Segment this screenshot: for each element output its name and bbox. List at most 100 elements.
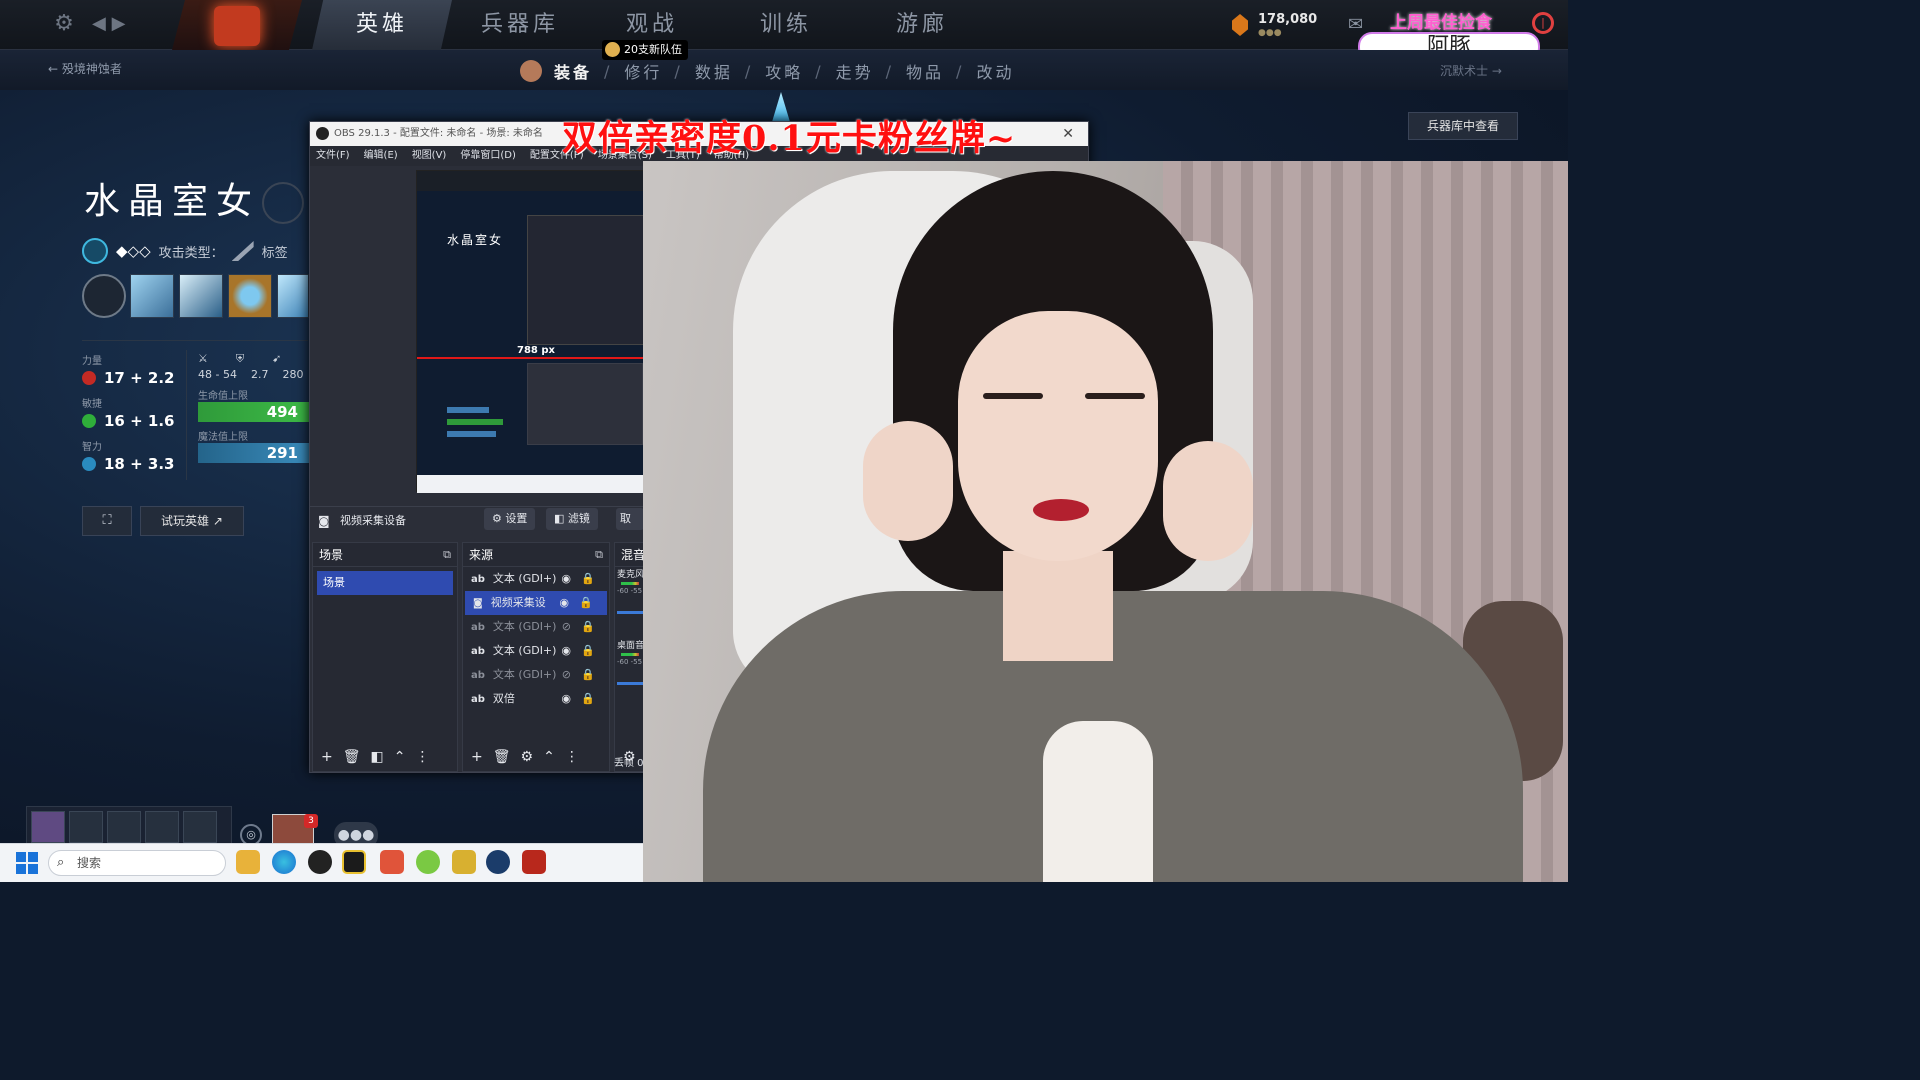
source-name: 文本 (GDI+) bbox=[492, 572, 557, 585]
lock-icon[interactable]: 🔒 bbox=[581, 567, 595, 591]
power-icon[interactable]: | bbox=[1532, 12, 1554, 34]
app-yellow-icon[interactable] bbox=[342, 850, 366, 874]
obs-preview[interactable]: 水晶室女 788 px bbox=[416, 170, 647, 493]
subnav-guides[interactable]: 攻略 bbox=[765, 59, 803, 83]
trash-icon[interactable]: 🗑 bbox=[343, 749, 361, 765]
source-row[interactable]: ab 文本 (GDI+) ◉ 🔒 bbox=[463, 567, 609, 591]
app-red-icon[interactable] bbox=[380, 850, 404, 874]
text-source-icon: ab bbox=[471, 574, 485, 585]
talent-tree-icon[interactable] bbox=[82, 274, 126, 318]
mic-volume-slider[interactable] bbox=[617, 611, 643, 614]
trash-icon[interactable]: 🗑 bbox=[493, 749, 511, 765]
taskbar-search[interactable]: ⌕ 搜索 bbox=[48, 850, 226, 876]
source-settings-button[interactable]: ⚙ 设置 bbox=[484, 508, 536, 530]
desktop-volume-slider[interactable] bbox=[617, 682, 643, 685]
subnav-training[interactable]: 修行 bbox=[624, 59, 662, 83]
party-slot-empty[interactable] bbox=[145, 811, 179, 843]
up-icon[interactable]: ⌃ bbox=[394, 749, 406, 765]
dock-float-icon[interactable]: ⧉ bbox=[443, 543, 451, 567]
menu-docks[interactable]: 停靠窗口(D) bbox=[460, 146, 516, 166]
steam-icon[interactable] bbox=[486, 850, 510, 874]
add-icon[interactable]: + bbox=[471, 749, 483, 765]
menu-edit[interactable]: 编辑(E) bbox=[364, 146, 398, 166]
party-slot-empty[interactable] bbox=[183, 811, 217, 843]
expand-button[interactable]: ⛶ bbox=[82, 506, 132, 536]
agility-label: 敏捷 bbox=[82, 399, 102, 410]
party-slot-empty[interactable] bbox=[69, 811, 103, 843]
text-source-icon: ab bbox=[471, 646, 485, 657]
more-icon[interactable]: ⋮ bbox=[415, 749, 429, 765]
tags-label: 标签 bbox=[261, 245, 288, 261]
lock-icon[interactable]: 🔒 bbox=[581, 615, 595, 639]
tab-arcade[interactable]: 游廊 bbox=[852, 0, 992, 50]
subnav-stats[interactable]: 数据 bbox=[695, 59, 733, 83]
ability-crystal-nova-icon[interactable] bbox=[130, 274, 174, 318]
menu-file[interactable]: 文件(F) bbox=[316, 146, 350, 166]
source-row[interactable]: ab 双倍 ◉ 🔒 bbox=[463, 687, 609, 711]
edge-browser-icon[interactable] bbox=[272, 850, 296, 874]
menu-view[interactable]: 视图(V) bbox=[412, 146, 447, 166]
ability-freezing-field-icon[interactable] bbox=[277, 274, 309, 318]
text-source-icon: ab bbox=[471, 694, 485, 705]
currency-display[interactable]: 178,080 ●●● bbox=[1232, 12, 1322, 40]
eye-icon[interactable]: ◉ bbox=[561, 687, 571, 711]
next-hero-link[interactable]: 沉默术士 → bbox=[1440, 62, 1502, 79]
tab-heroes[interactable]: 英雄 bbox=[312, 0, 452, 50]
eye-hidden-icon[interactable]: ⊘ bbox=[562, 615, 571, 639]
dock-float-icon[interactable]: ⧉ bbox=[595, 543, 603, 567]
app-mascot-icon[interactable] bbox=[452, 850, 476, 874]
intelligence-value: 18 + 3.3 bbox=[104, 455, 175, 473]
history-arrows[interactable]: ◀ ▶ bbox=[92, 10, 136, 38]
webcam-feed bbox=[643, 161, 1568, 882]
party-slot-self[interactable] bbox=[31, 811, 65, 843]
source-row-hidden[interactable]: ab 文本 (GDI+) ⊘ 🔒 bbox=[463, 615, 609, 639]
source-cancel-button[interactable]: 取消 bbox=[616, 508, 644, 530]
scene-item[interactable]: 场景 bbox=[317, 571, 453, 595]
hero-favorite-ring[interactable] bbox=[262, 182, 304, 224]
view-in-armory-button[interactable]: 兵器库中查看 bbox=[1408, 112, 1518, 140]
mail-icon[interactable]: ✉ bbox=[1348, 14, 1372, 35]
source-row-hidden[interactable]: ab 文本 (GDI+) ⊘ 🔒 bbox=[463, 663, 609, 687]
dota-taskbar-icon[interactable] bbox=[522, 850, 546, 874]
more-icon[interactable]: ⋮ bbox=[565, 749, 579, 765]
team-badge[interactable]: 20支新队伍 bbox=[602, 40, 688, 60]
ability-frostbite-icon[interactable] bbox=[179, 274, 223, 318]
add-icon[interactable]: + bbox=[321, 749, 333, 765]
try-hero-button[interactable]: 试玩英雄 ↗ bbox=[140, 506, 244, 536]
tab-armory[interactable]: 兵器库 bbox=[450, 0, 590, 50]
up-icon[interactable]: ⌃ bbox=[543, 749, 555, 765]
lock-icon[interactable]: 🔒 bbox=[581, 687, 595, 711]
subnav-trends[interactable]: 走势 bbox=[836, 59, 874, 83]
app-green-icon[interactable] bbox=[416, 850, 440, 874]
obs-taskbar-icon[interactable] bbox=[308, 850, 332, 874]
subnav-itemlist[interactable]: 物品 bbox=[906, 59, 944, 83]
tab-learn[interactable]: 训练 bbox=[716, 0, 856, 50]
windows-start-icon[interactable] bbox=[16, 852, 38, 874]
eye-icon[interactable]: ◉ bbox=[561, 639, 571, 663]
prev-hero-link[interactable]: ← 殁境神蚀者 bbox=[48, 60, 122, 77]
text-source-icon: ab bbox=[471, 622, 485, 633]
eye-hidden-icon[interactable]: ⊘ bbox=[562, 663, 571, 687]
shield-icon: ⛨ bbox=[235, 352, 245, 365]
ability-arcane-aura-icon[interactable] bbox=[228, 274, 272, 318]
scene-filter-icon[interactable]: ◧ bbox=[371, 749, 384, 765]
lock-icon[interactable]: 🔒 bbox=[581, 663, 595, 687]
hero-avatar-icon bbox=[520, 60, 542, 82]
subnav-items[interactable]: 装备 bbox=[554, 59, 592, 83]
mixer-scale-2: -60 -55 bbox=[617, 658, 643, 666]
lock-icon[interactable]: 🔒 bbox=[579, 591, 593, 615]
subnav-changes[interactable]: 改动 bbox=[976, 59, 1014, 83]
lock-icon[interactable]: 🔒 bbox=[581, 639, 595, 663]
eye-icon[interactable]: ◉ bbox=[559, 591, 569, 615]
close-icon[interactable]: ✕ bbox=[1062, 122, 1074, 146]
gear-icon[interactable]: ⚙ bbox=[521, 749, 534, 765]
source-row[interactable]: ab 文本 (GDI+) ◉ 🔒 bbox=[463, 639, 609, 663]
obs-title-text: OBS 29.1.3 - 配置文件: 未命名 - 场景: 未命名 bbox=[334, 128, 543, 139]
party-slot-empty[interactable] bbox=[107, 811, 141, 843]
preview-game-topbar bbox=[417, 171, 643, 191]
gear-icon[interactable]: ⚙ bbox=[50, 10, 78, 38]
file-explorer-icon[interactable] bbox=[236, 850, 260, 874]
source-row-selected[interactable]: ◙ 视频采集设 ◉ 🔒 bbox=[465, 591, 607, 615]
source-filters-button[interactable]: ◧ 滤镜 bbox=[546, 508, 598, 530]
eye-icon[interactable]: ◉ bbox=[561, 567, 571, 591]
